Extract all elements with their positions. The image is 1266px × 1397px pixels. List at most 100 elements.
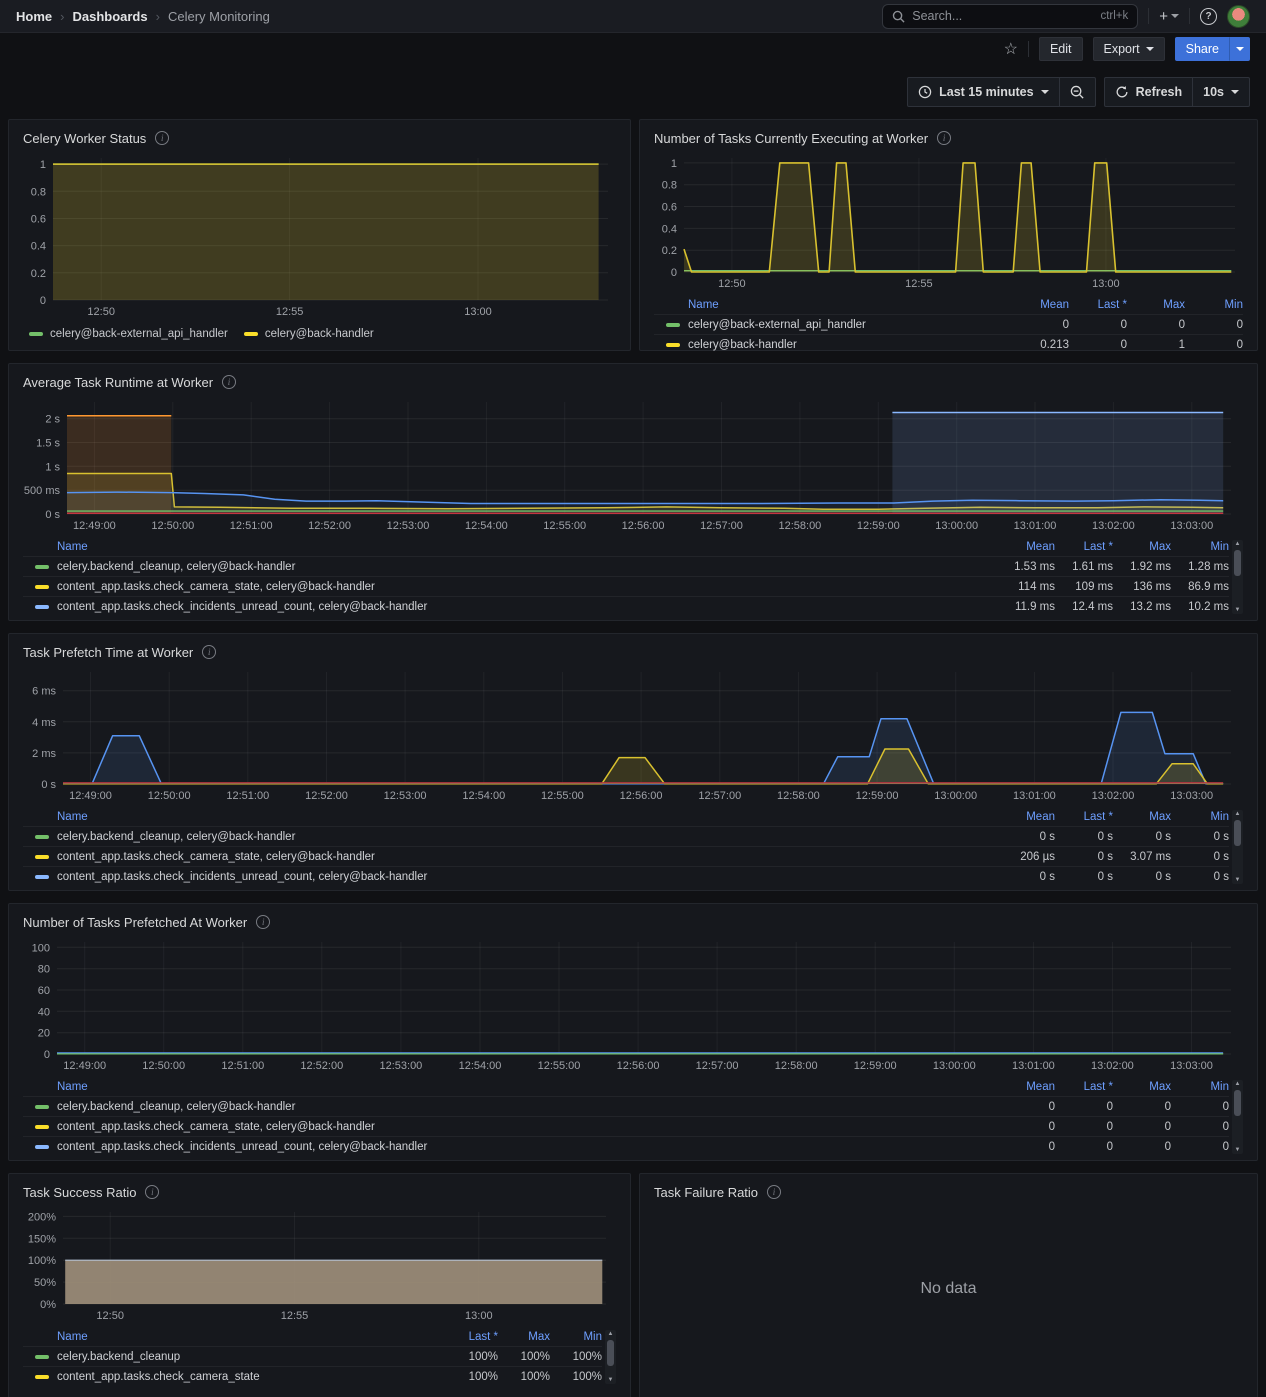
legend-row[interactable]: content_app.tasks.check_incidents_unread… — [23, 596, 1229, 616]
scroll-down-icon[interactable]: ▼ — [1235, 876, 1241, 884]
legend-row[interactable]: celery.backend_cleanup, celery@back-hand… — [23, 556, 1229, 576]
worker-status-chart[interactable]: 12:5012:5513:0000.20.40.60.81 — [23, 150, 618, 322]
legend-item[interactable]: celery@back-handler — [244, 328, 374, 340]
info-icon[interactable]: i — [222, 375, 236, 389]
scrollbar-thumb[interactable] — [1234, 550, 1241, 576]
info-icon[interactable]: i — [767, 1185, 781, 1199]
scrollbar-thumb[interactable] — [1234, 1090, 1241, 1116]
legend-column-stat[interactable]: Last * — [446, 1331, 498, 1343]
legend-column-stat[interactable]: Max — [1113, 541, 1171, 553]
task-success-ratio-chart[interactable]: 12:5012:5513:000%50%100%150%200% — [23, 1204, 618, 1326]
time-range-picker[interactable]: Last 15 minutes — [908, 78, 1058, 106]
scrollbar-thumb[interactable] — [607, 1340, 614, 1366]
task-prefetch-time-chart[interactable]: 12:49:0012:50:0012:51:0012:52:0012:53:00… — [23, 664, 1245, 806]
share-button[interactable]: Share — [1175, 37, 1230, 61]
legend-row[interactable]: celery@back-external_api_handler0000 — [654, 314, 1243, 334]
export-button[interactable]: Export — [1093, 37, 1165, 61]
legend-scrollbar[interactable]: ▲▼ — [1232, 1080, 1243, 1154]
series-label: content_app.tasks.check_camera_state — [57, 1371, 260, 1383]
breadcrumb-dashboards[interactable]: Dashboards — [72, 9, 147, 24]
legend-row[interactable]: celery.backend_cleanup100%100%100% — [23, 1346, 602, 1366]
panel-title[interactable]: Number of Tasks Prefetched At Worker — [23, 915, 247, 930]
panel-title[interactable]: Celery Worker Status — [23, 131, 146, 146]
legend-column-stat[interactable]: Max — [1113, 1081, 1171, 1093]
legend-column-name[interactable]: Name — [23, 1081, 997, 1093]
scroll-down-icon[interactable]: ▼ — [1235, 1146, 1241, 1154]
tasks-executing-chart[interactable]: 12:5012:5513:0000.20.40.60.81 — [654, 150, 1245, 294]
star-favorite-icon[interactable]: ☆ — [1004, 39, 1018, 59]
info-icon[interactable]: i — [145, 1185, 159, 1199]
legend-column-stat[interactable]: Min — [1171, 811, 1229, 823]
legend-column-stat[interactable]: Last * — [1055, 1081, 1113, 1093]
legend-item[interactable]: celery@back-external_api_handler — [29, 328, 228, 340]
legend-table: NameMeanLast *MaxMin celery.backend_clean… — [23, 808, 1243, 886]
legend-scrollbar[interactable]: ▲▼ — [1232, 810, 1243, 884]
legend-column-stat[interactable]: Last * — [1055, 811, 1113, 823]
refresh-button[interactable]: Refresh — [1105, 78, 1193, 106]
legend-scrollbar[interactable]: ▲▼ — [605, 1330, 616, 1384]
search-input[interactable]: Search... ctrl+k — [882, 4, 1138, 29]
panel-title[interactable]: Average Task Runtime at Worker — [23, 375, 213, 390]
legend-column-name[interactable]: Name — [23, 811, 997, 823]
legend-column-stat[interactable]: Mean — [997, 541, 1055, 553]
svg-text:12:55:00: 12:55:00 — [541, 790, 584, 802]
info-icon[interactable]: i — [202, 645, 216, 659]
avg-task-runtime-chart[interactable]: 12:49:0012:50:0012:51:0012:52:0012:53:00… — [23, 394, 1245, 536]
legend-column-stat[interactable]: Mean — [997, 1081, 1055, 1093]
legend-column-name[interactable]: Name — [23, 541, 997, 553]
info-icon[interactable]: i — [155, 131, 169, 145]
legend-column-stat[interactable]: Min — [1171, 541, 1229, 553]
breadcrumb-home[interactable]: Home — [16, 9, 52, 24]
legend-row[interactable]: content_app.tasks.check_camera_state, ce… — [23, 1116, 1229, 1136]
svg-text:12:55:00: 12:55:00 — [538, 1060, 581, 1072]
scrollbar-thumb[interactable] — [1234, 820, 1241, 846]
info-icon[interactable]: i — [937, 131, 951, 145]
legend-scrollbar[interactable]: ▲▼ — [1232, 540, 1243, 614]
scroll-up-icon[interactable]: ▲ — [608, 1330, 614, 1338]
legend-row[interactable]: content_app.tasks.check_camera_state, ce… — [23, 846, 1229, 866]
legend-row[interactable]: content_app.tasks.check_camera_state, ce… — [23, 576, 1229, 596]
share-options-button[interactable] — [1230, 37, 1250, 61]
panel-title[interactable]: Task Prefetch Time at Worker — [23, 645, 193, 660]
zoom-out-button[interactable] — [1059, 78, 1095, 106]
legend-column-stat[interactable]: Mean — [997, 811, 1055, 823]
svg-text:12:54:00: 12:54:00 — [462, 790, 505, 802]
legend-column-name[interactable]: Name — [654, 299, 1011, 311]
legend-column-stat[interactable]: Min — [550, 1331, 602, 1343]
legend-column-stat[interactable]: Max — [498, 1331, 550, 1343]
svg-text:100: 100 — [32, 942, 50, 954]
scroll-up-icon[interactable]: ▲ — [1235, 810, 1241, 818]
scroll-up-icon[interactable]: ▲ — [1235, 540, 1241, 548]
panel-title[interactable]: Task Success Ratio — [23, 1185, 136, 1200]
scroll-down-icon[interactable]: ▼ — [1235, 606, 1241, 614]
info-icon[interactable]: i — [256, 915, 270, 929]
tasks-prefetched-chart[interactable]: 12:49:0012:50:0012:51:0012:52:0012:53:00… — [23, 934, 1245, 1076]
legend-column-stat[interactable]: Max — [1127, 299, 1185, 311]
help-icon[interactable]: ? — [1200, 8, 1217, 25]
legend-column-name[interactable]: Name — [23, 1331, 446, 1343]
legend-column-stat[interactable]: Mean — [1011, 299, 1069, 311]
add-new-button[interactable]: + — [1159, 8, 1179, 25]
legend-table: NameMeanLast *MaxMin celery.backend_clean… — [23, 1078, 1243, 1156]
scroll-down-icon[interactable]: ▼ — [608, 1376, 614, 1384]
legend-column-stat[interactable]: Min — [1171, 1081, 1229, 1093]
legend-row[interactable]: content_app.tasks.check_incidents_unread… — [23, 866, 1229, 886]
legend-column-stat[interactable]: Max — [1113, 811, 1171, 823]
panel-title[interactable]: Task Failure Ratio — [654, 1185, 758, 1200]
legend-column-stat[interactable]: Min — [1185, 299, 1243, 311]
svg-text:100%: 100% — [28, 1255, 56, 1267]
legend-row[interactable]: content_app.tasks.check_camera_state100%… — [23, 1366, 602, 1386]
legend-header: NameMeanLast *MaxMin — [654, 296, 1243, 314]
edit-button[interactable]: Edit — [1039, 37, 1083, 61]
legend-column-stat[interactable]: Last * — [1055, 541, 1113, 553]
scroll-up-icon[interactable]: ▲ — [1235, 1080, 1241, 1088]
legend-column-stat[interactable]: Last * — [1069, 299, 1127, 311]
legend-row[interactable]: celery@back-handler0.213010 — [654, 334, 1243, 354]
panel-title[interactable]: Number of Tasks Currently Executing at W… — [654, 131, 928, 146]
series-stat-value: 13.2 ms — [1113, 601, 1171, 613]
legend-row[interactable]: celery.backend_cleanup, celery@back-hand… — [23, 826, 1229, 846]
legend-row[interactable]: celery.backend_cleanup, celery@back-hand… — [23, 1096, 1229, 1116]
refresh-interval-picker[interactable]: 10s — [1192, 78, 1249, 106]
legend-row[interactable]: content_app.tasks.check_incidents_unread… — [23, 1136, 1229, 1156]
user-avatar[interactable] — [1227, 5, 1250, 28]
